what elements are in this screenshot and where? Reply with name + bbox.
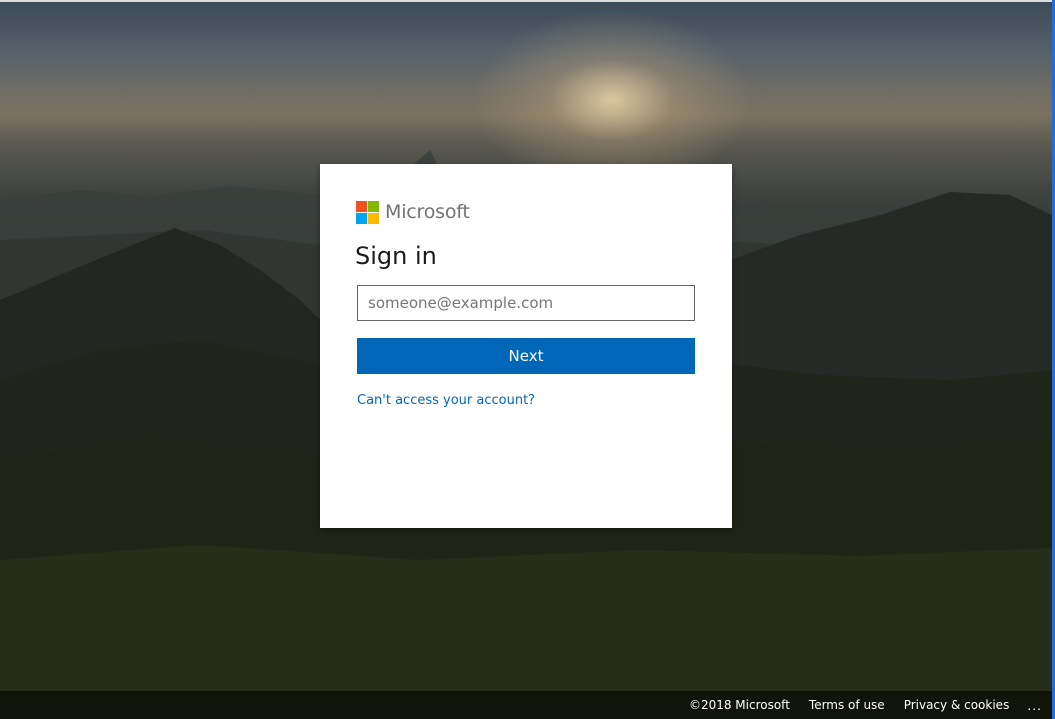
logo-square-red <box>356 200 367 212</box>
page-title: Sign in <box>355 242 437 270</box>
microsoft-logo-icon <box>356 200 379 224</box>
brand-name: Microsoft <box>385 201 470 223</box>
privacy-cookies-link[interactable]: Privacy & cookies <box>904 698 1010 712</box>
more-options-icon[interactable]: ... <box>1027 698 1042 712</box>
cant-access-account-link[interactable]: Can't access your account? <box>357 393 535 408</box>
logo-square-yellow <box>368 212 379 224</box>
next-button[interactable]: Next <box>357 338 695 374</box>
logo-square-green <box>368 200 379 212</box>
copyright-text: ©2018 Microsoft <box>688 698 790 712</box>
brand: Microsoft <box>356 200 470 224</box>
signin-card: Microsoft Sign in Next Can't access your… <box>320 164 732 528</box>
terms-of-use-link[interactable]: Terms of use <box>809 698 885 712</box>
logo-square-blue <box>356 212 367 224</box>
email-field[interactable] <box>357 285 695 321</box>
window-top-edge <box>0 0 1055 2</box>
footer: ©2018 Microsoft Terms of use Privacy & c… <box>0 691 1052 719</box>
